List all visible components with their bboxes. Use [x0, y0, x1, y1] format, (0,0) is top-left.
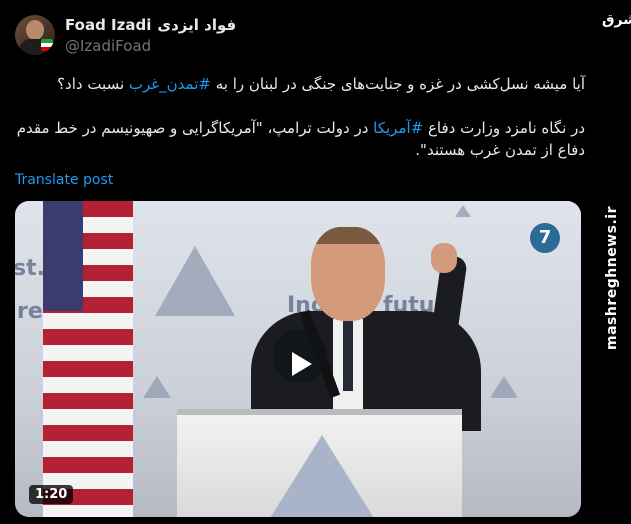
video-duration: 1:20 [29, 485, 74, 504]
us-flag [43, 201, 133, 517]
translate-post-link[interactable]: Translate post [15, 172, 113, 188]
watermark-strip: مشرق mashreghnews.ir [600, 0, 631, 524]
author-name-row[interactable]: Foad Izadi فواد ایزدی [65, 16, 236, 34]
banner-text: st. [15, 256, 45, 281]
tweet-card: Foad Izadi فواد ایزدی @IzadiFoad آیا میش… [0, 0, 600, 524]
tweet-text-segment: نسبت داد؟ [57, 75, 129, 93]
speaker-tie [343, 321, 353, 391]
mashregh-logo: مشرق [602, 12, 631, 28]
tweet-text-segment: آیا میشه نسل‌کشی در غزه و جنایت‌های جنگی… [210, 75, 585, 93]
tweet-paragraph-1: آیا میشه نسل‌کشی در غزه و جنایت‌های جنگی… [15, 73, 585, 95]
banner-triangle-icon [155, 246, 235, 316]
us-flag-canton [43, 201, 83, 311]
speaker-head [311, 227, 385, 321]
avatar[interactable] [15, 15, 55, 55]
podium-logo-triangle-icon [267, 435, 377, 517]
play-button[interactable] [273, 329, 327, 383]
speaker-hand [431, 243, 457, 273]
author-name-en[interactable]: Foad Izadi [65, 16, 151, 34]
iran-flag-icon [41, 39, 53, 51]
channel-logo-badge: 7 [530, 223, 560, 253]
hashtag-link[interactable]: #تمدن_غرب [129, 75, 211, 93]
watermark-site-text: mashreghnews.ir [604, 206, 620, 350]
podium [177, 409, 462, 517]
banner-triangle-icon [490, 376, 518, 398]
banner-triangle-icon [455, 205, 471, 217]
play-icon [292, 351, 312, 376]
author-handle[interactable]: @IzadiFoad [65, 37, 151, 55]
tweet-text-segment: در نگاه نامزد وزارت دفاع [423, 119, 585, 137]
tweet-paragraph-2: در نگاه نامزد وزارت دفاع #آمریکا در دولت… [15, 117, 585, 161]
author-name-fa[interactable]: فواد ایزدی [157, 16, 236, 34]
avatar-head [26, 20, 44, 40]
tweet-text: آیا میشه نسل‌کشی در غزه و جنایت‌های جنگی… [15, 73, 585, 161]
video-player[interactable]: st. re. Ing the futu 7 1:20 [15, 201, 581, 517]
banner-triangle-icon [143, 376, 171, 398]
hashtag-link[interactable]: #آمریکا [373, 119, 423, 137]
